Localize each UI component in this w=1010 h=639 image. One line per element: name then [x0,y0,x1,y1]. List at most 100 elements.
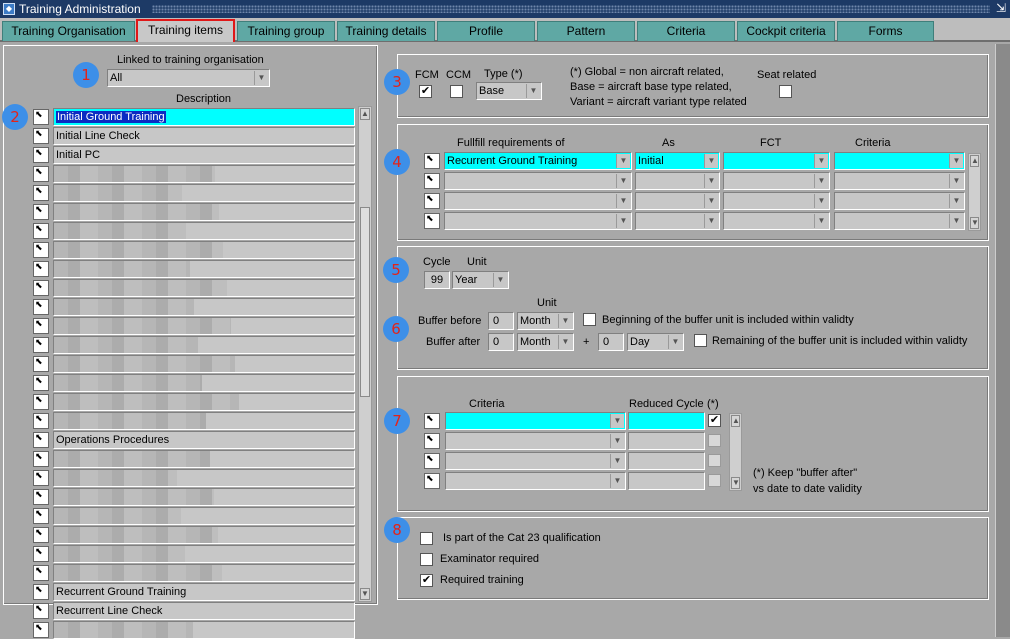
description-item[interactable] [53,393,355,411]
tab-profile[interactable]: Profile [437,21,535,41]
requirement-as-select[interactable]: Initial ▼ [635,152,720,170]
description-item[interactable] [53,260,355,278]
chevron-down-icon[interactable]: ▼ [616,194,630,208]
row-selector[interactable]: ⬉ [33,356,49,372]
row-selector[interactable]: ⬉ [33,451,49,467]
requirement-crit-select[interactable]: ▼ [834,172,965,190]
requirements-scrollbar[interactable]: ▲ ▼ [968,153,981,231]
description-item[interactable]: Recurrent Line Check [53,602,355,620]
examiner-required-checkbox[interactable] [420,553,433,566]
scroll-down-icon[interactable]: ▼ [360,588,370,600]
description-item[interactable] [53,203,355,221]
chevron-down-icon[interactable]: ▼ [610,414,624,428]
requirement-as-select[interactable]: ▼ [635,192,720,210]
row-selector[interactable]: ⬉ [33,413,49,429]
tab-forms[interactable]: Forms [837,21,934,41]
chevron-down-icon[interactable]: ▼ [610,454,624,468]
description-item[interactable] [53,507,355,525]
chevron-down-icon[interactable]: ▼ [949,154,963,168]
tab-training-items[interactable]: Training items [136,19,235,42]
restore-icon[interactable]: ⇲ [996,1,1006,15]
row-selector[interactable]: ⬉ [424,213,440,229]
requirement-crit-select[interactable]: ▼ [834,192,965,210]
description-item[interactable]: Operations Procedures [53,431,355,449]
buffer-after-extra-input[interactable]: 0 [598,333,624,351]
row-selector[interactable]: ⬉ [33,147,49,163]
cycle-input[interactable]: 99 [424,271,450,289]
chevron-down-icon[interactable]: ▼ [704,174,718,188]
row-selector[interactable]: ⬉ [424,473,440,489]
requirement-fct-select[interactable]: ▼ [723,192,830,210]
description-item[interactable] [53,374,355,392]
chevron-down-icon[interactable]: ▼ [814,174,828,188]
chevron-down-icon[interactable]: ▼ [704,214,718,228]
row-selector[interactable]: ⬉ [33,546,49,562]
window-scrollbar[interactable] [995,44,1010,637]
requirement-fct-select[interactable]: ▼ [723,152,830,170]
beginning-included-checkbox[interactable] [583,313,596,326]
description-item[interactable]: Initial Ground Training [53,108,355,126]
requirement-crit-select[interactable]: ▼ [834,212,965,230]
description-item[interactable] [53,412,355,430]
description-item[interactable] [53,564,355,582]
requirement-crit-select[interactable]: ▼ [834,152,965,170]
chevron-down-icon[interactable]: ▼ [610,434,624,448]
scroll-down-icon[interactable]: ▼ [970,217,979,229]
description-item[interactable] [53,279,355,297]
description-item[interactable] [53,184,355,202]
row-selector[interactable]: ⬉ [33,299,49,315]
row-selector[interactable]: ⬉ [424,173,440,189]
row-selector[interactable]: ⬉ [33,166,49,182]
description-item[interactable] [53,222,355,240]
seat-related-checkbox[interactable] [779,85,792,98]
chevron-down-icon[interactable]: ▼ [616,154,630,168]
row-selector[interactable]: ⬉ [33,223,49,239]
tab-training-organisation[interactable]: Training Organisation [2,21,135,41]
description-item[interactable] [53,241,355,259]
requirement-as-select[interactable]: ▼ [635,212,720,230]
row-selector[interactable]: ⬉ [424,433,440,449]
fcm-checkbox[interactable]: ✔ [419,85,432,98]
row-selector[interactable]: ⬉ [33,337,49,353]
requirement-as-select[interactable]: ▼ [635,172,720,190]
row-selector[interactable]: ⬉ [33,432,49,448]
row-selector[interactable]: ⬉ [33,622,49,638]
chevron-down-icon[interactable]: ▼ [558,314,572,328]
reduced-cycle-input[interactable] [628,412,705,430]
buffer-after-unit-select[interactable]: Month ▼ [517,333,574,351]
chevron-down-icon[interactable]: ▼ [616,174,630,188]
row-selector[interactable]: ⬉ [33,489,49,505]
row-selector[interactable]: ⬉ [33,394,49,410]
row-selector[interactable]: ⬉ [424,453,440,469]
tab-training-group[interactable]: Training group [237,21,335,41]
chevron-down-icon[interactable]: ▼ [526,84,540,98]
keep-buffer-checkbox[interactable]: ✔ [708,414,721,427]
scroll-down-icon[interactable]: ▼ [731,477,740,489]
remaining-included-checkbox[interactable] [694,334,707,347]
chevron-down-icon[interactable]: ▼ [704,194,718,208]
row-selector[interactable]: ⬉ [33,527,49,543]
description-item[interactable] [53,355,355,373]
row-selector[interactable]: ⬉ [33,128,49,144]
criteria-select[interactable]: ▼ [445,452,626,470]
row-selector[interactable]: ⬉ [33,565,49,581]
chevron-down-icon[interactable]: ▼ [814,214,828,228]
tab-training-details[interactable]: Training details [337,21,435,41]
buffer-after-input[interactable]: 0 [488,333,514,351]
description-item[interactable] [53,298,355,316]
criteria-select[interactable]: ▼ [445,412,626,430]
keep-buffer-checkbox[interactable] [708,434,721,447]
row-selector[interactable]: ⬉ [33,508,49,524]
scroll-up-icon[interactable]: ▲ [731,415,740,427]
scroll-thumb[interactable] [360,207,370,397]
chevron-down-icon[interactable]: ▼ [704,154,718,168]
ccm-checkbox[interactable] [450,85,463,98]
requirement-fct-select[interactable]: ▼ [723,172,830,190]
row-selector[interactable]: ⬉ [33,261,49,277]
buffer-before-unit-select[interactable]: Month ▼ [517,312,574,330]
row-selector[interactable]: ⬉ [33,242,49,258]
chevron-down-icon[interactable]: ▼ [814,194,828,208]
description-item[interactable] [53,526,355,544]
tab-pattern[interactable]: Pattern [537,21,635,41]
buffer-before-input[interactable]: 0 [488,312,514,330]
